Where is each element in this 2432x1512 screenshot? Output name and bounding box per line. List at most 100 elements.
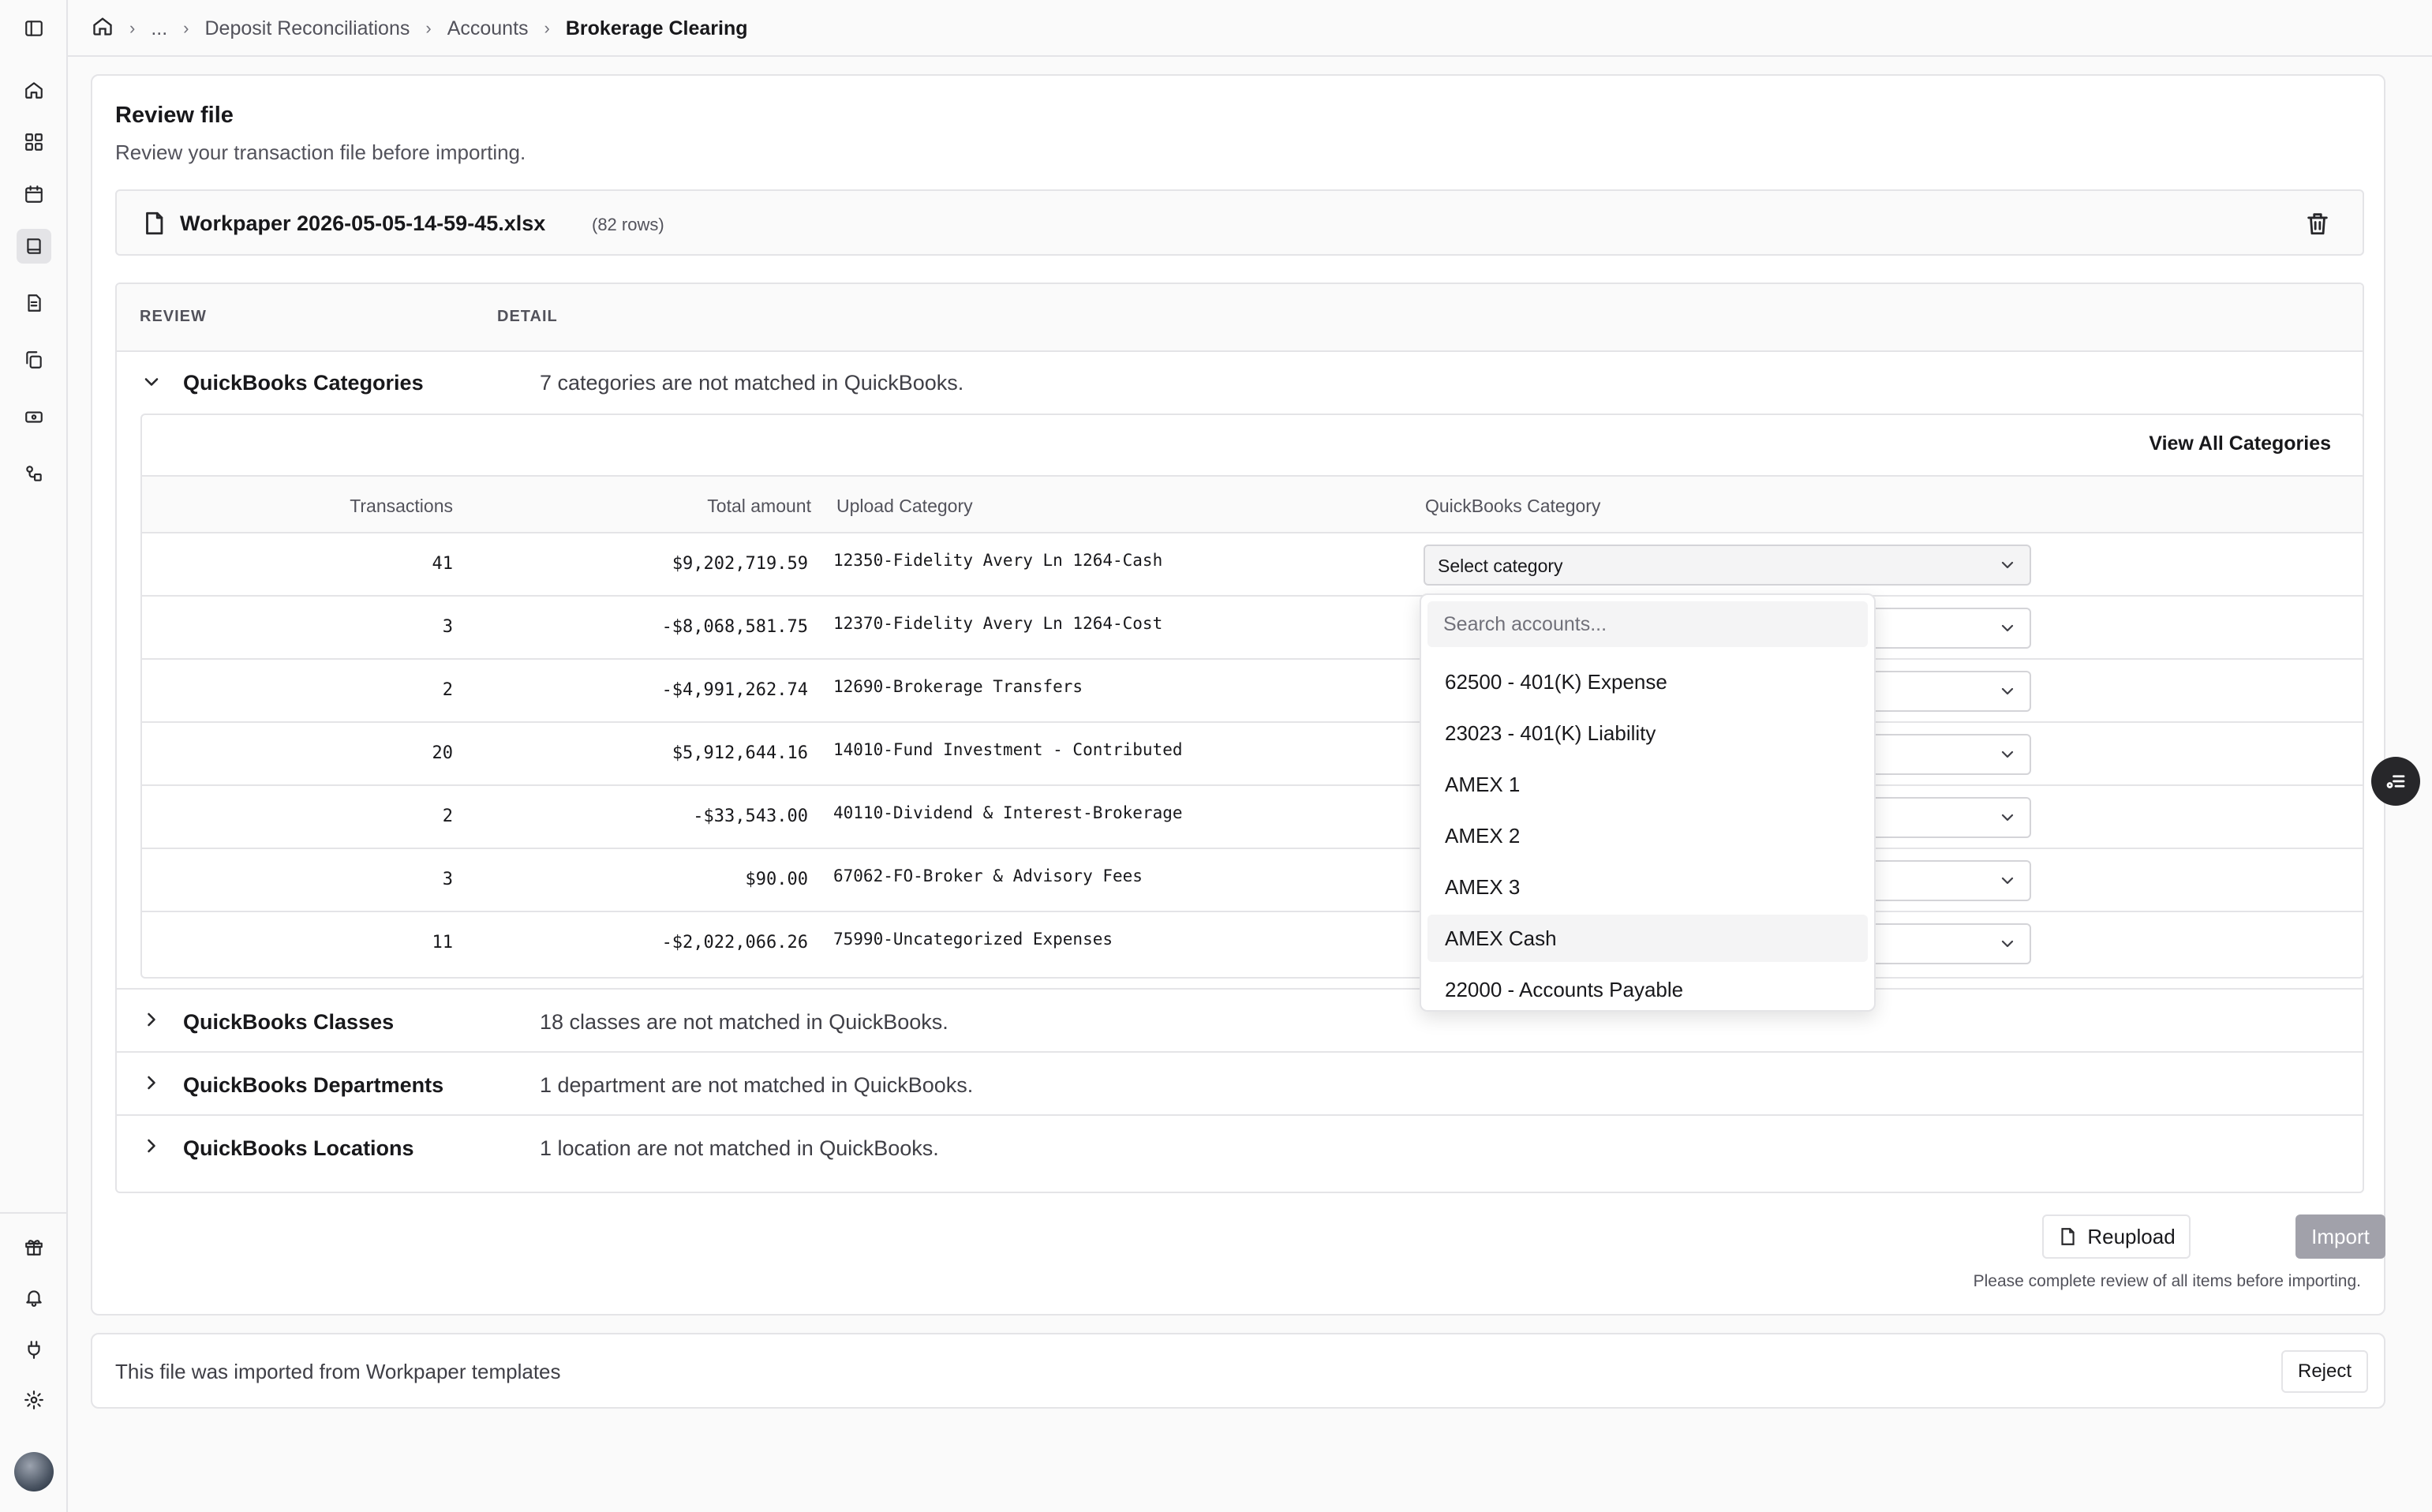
chevron-down-icon	[1998, 871, 2017, 895]
file-name: Workpaper 2026-05-05-14-59-45.xlsx	[180, 211, 546, 235]
breadcrumb-current: Brokerage Clearing	[565, 17, 748, 39]
import-note: Please complete review of all items befo…	[1973, 1272, 2361, 1290]
section-title[interactable]: QuickBooks Locations	[183, 1136, 414, 1161]
transactions-cell: 11	[432, 933, 454, 952]
view-all-categories-button[interactable]: View All Categories	[2149, 432, 2331, 455]
section-categories: QuickBooks Categories 7 categories are n…	[117, 352, 2363, 990]
calendar-icon[interactable]	[21, 182, 47, 207]
chevron-down-icon	[1998, 745, 2017, 769]
home-icon[interactable]	[92, 15, 114, 43]
import-source-text: This file was imported from Workpaper te…	[115, 1360, 561, 1383]
list-filter-button[interactable]	[2371, 757, 2420, 806]
banknote-icon[interactable]	[21, 404, 47, 429]
list-filter-icon	[2386, 775, 2405, 788]
home-icon[interactable]	[21, 77, 47, 103]
amount-cell: -$33,543.00	[693, 807, 808, 826]
chevron-down-icon	[1998, 556, 2017, 579]
chevron-right-icon[interactable]	[140, 1135, 163, 1157]
table-row: 2 -$4,991,262.74 12690-Brokerage Transfe…	[142, 660, 2363, 723]
search-accounts-input[interactable]	[1427, 601, 1868, 647]
file-text-icon[interactable]	[21, 290, 47, 316]
select-placeholder: Select category	[1438, 556, 1563, 576]
amount-cell: $90.00	[745, 870, 808, 889]
section-departments: QuickBooks Departments 1 department are …	[117, 1053, 2363, 1116]
reject-button[interactable]: Reject	[2281, 1350, 2368, 1393]
amount-cell: -$2,022,066.26	[661, 933, 808, 952]
transactions-cell: 41	[432, 554, 454, 574]
transactions-cell: 3	[442, 870, 453, 889]
reupload-button[interactable]: Reupload	[2042, 1214, 2191, 1259]
review-table: REVIEW DETAIL QuickBooks Categories 7 ca…	[115, 283, 2364, 1193]
col-quickbooks-category: QuickBooks Category	[1425, 496, 1601, 516]
section-detail: 18 classes are not matched in QuickBooks…	[540, 1010, 948, 1034]
chevron-down-icon	[1998, 808, 2017, 832]
section-title[interactable]: QuickBooks Categories	[183, 371, 424, 395]
col-transactions: Transactions	[350, 496, 453, 516]
chevron-right-icon[interactable]	[140, 1072, 163, 1094]
import-button[interactable]: Import	[2295, 1214, 2385, 1259]
avatar[interactable]	[14, 1452, 54, 1491]
row-count: (82 rows)	[592, 215, 664, 234]
table-row: 3 -$8,068,581.75 12370-Fidelity Avery Ln…	[142, 597, 2363, 660]
settings-icon[interactable]	[21, 1387, 47, 1413]
category-dropdown: 62500 - 401(K) Expense 23023 - 401(K) Li…	[1420, 593, 1876, 1012]
transactions-cell: 3	[442, 617, 453, 637]
amount-cell: $9,202,719.59	[672, 554, 808, 574]
chevron-down-icon	[1998, 682, 2017, 705]
dropdown-option[interactable]: 62500 - 401(K) Expense	[1427, 658, 1868, 705]
category-select[interactable]: Select category	[1424, 545, 2031, 586]
upload-category-cell: 40110-Dividend & Interest-Brokerage	[833, 803, 1183, 822]
reupload-label: Reupload	[2087, 1224, 2176, 1248]
copy-icon[interactable]	[21, 347, 47, 372]
table-row: 2 -$33,543.00 40110-Dividend & Interest-…	[142, 786, 2363, 849]
breadcrumb-deposit-reconciliations[interactable]: Deposit Reconciliations	[205, 17, 410, 40]
dropdown-option[interactable]: AMEX 3	[1427, 863, 1868, 911]
upload-category-cell: 12350-Fidelity Avery Ln 1264-Cash	[833, 551, 1163, 570]
table-row: 41 $9,202,719.59 12350-Fidelity Avery Ln…	[142, 533, 2363, 597]
upload-category-cell: 14010-Fund Investment - Contributed	[833, 740, 1183, 759]
amount-cell: -$8,068,581.75	[661, 617, 808, 637]
dropdown-option[interactable]: AMEX 2	[1427, 812, 1868, 859]
section-detail: 1 location are not matched in QuickBooks…	[540, 1136, 939, 1160]
plug-icon[interactable]	[21, 1337, 47, 1362]
transactions-cell: 20	[432, 743, 454, 763]
gift-icon[interactable]	[21, 1234, 47, 1259]
book-icon[interactable]	[17, 229, 51, 264]
section-locations: QuickBooks Locations 1 location are not …	[117, 1116, 2363, 1179]
review-table-header: REVIEW DETAIL	[117, 284, 2363, 352]
upload-category-cell: 75990-Uncategorized Expenses	[833, 930, 1113, 949]
categories-rows: 41 $9,202,719.59 12350-Fidelity Avery Ln…	[142, 533, 2363, 975]
sidebar	[0, 0, 68, 1512]
breadcrumb-accounts[interactable]: Accounts	[447, 17, 529, 40]
transactions-cell: 2	[442, 680, 453, 700]
chevron-right-icon: ›	[425, 18, 432, 38]
section-classes: QuickBooks Classes 18 classes are not ma…	[117, 990, 2363, 1053]
dropdown-option-highlighted[interactable]: AMEX Cash	[1427, 915, 1868, 962]
categories-table-header: Transactions Total amount Upload Categor…	[142, 475, 2363, 533]
amount-cell: -$4,991,262.74	[661, 680, 808, 700]
section-title[interactable]: QuickBooks Departments	[183, 1073, 443, 1098]
section-title[interactable]: QuickBooks Classes	[183, 1010, 394, 1035]
dropdown-option[interactable]: AMEX 1	[1427, 761, 1868, 808]
chevron-right-icon[interactable]	[140, 1009, 163, 1031]
table-row: 3 $90.00 67062-FO-Broker & Advisory Fees	[142, 849, 2363, 912]
trash-icon[interactable]	[2304, 210, 2331, 241]
chevron-down-icon[interactable]	[140, 371, 163, 393]
upload-category-cell: 67062-FO-Broker & Advisory Fees	[833, 866, 1143, 885]
breadcrumb-ellipsis[interactable]: ...	[151, 17, 167, 40]
breadcrumb: › ... › Deposit Reconciliations › Accoun…	[92, 14, 748, 43]
col-total-amount: Total amount	[707, 496, 811, 516]
panel-left-icon[interactable]	[21, 16, 47, 41]
workflow-icon[interactable]	[21, 461, 47, 486]
dashboard-icon[interactable]	[21, 129, 47, 155]
dropdown-option[interactable]: 22000 - Accounts Payable	[1427, 966, 1868, 1010]
col-upload-category: Upload Category	[836, 496, 973, 516]
page-subtitle: Review your transaction file before impo…	[115, 140, 526, 164]
sidebar-divider	[0, 1212, 68, 1214]
chevron-down-icon	[1998, 934, 2017, 958]
review-card: Review file Review your transaction file…	[91, 74, 2385, 1316]
dropdown-option[interactable]: 23023 - 401(K) Liability	[1427, 709, 1868, 757]
file-icon	[2061, 1228, 2075, 1245]
bell-icon[interactable]	[21, 1285, 47, 1310]
chevron-right-icon: ›	[183, 18, 189, 38]
